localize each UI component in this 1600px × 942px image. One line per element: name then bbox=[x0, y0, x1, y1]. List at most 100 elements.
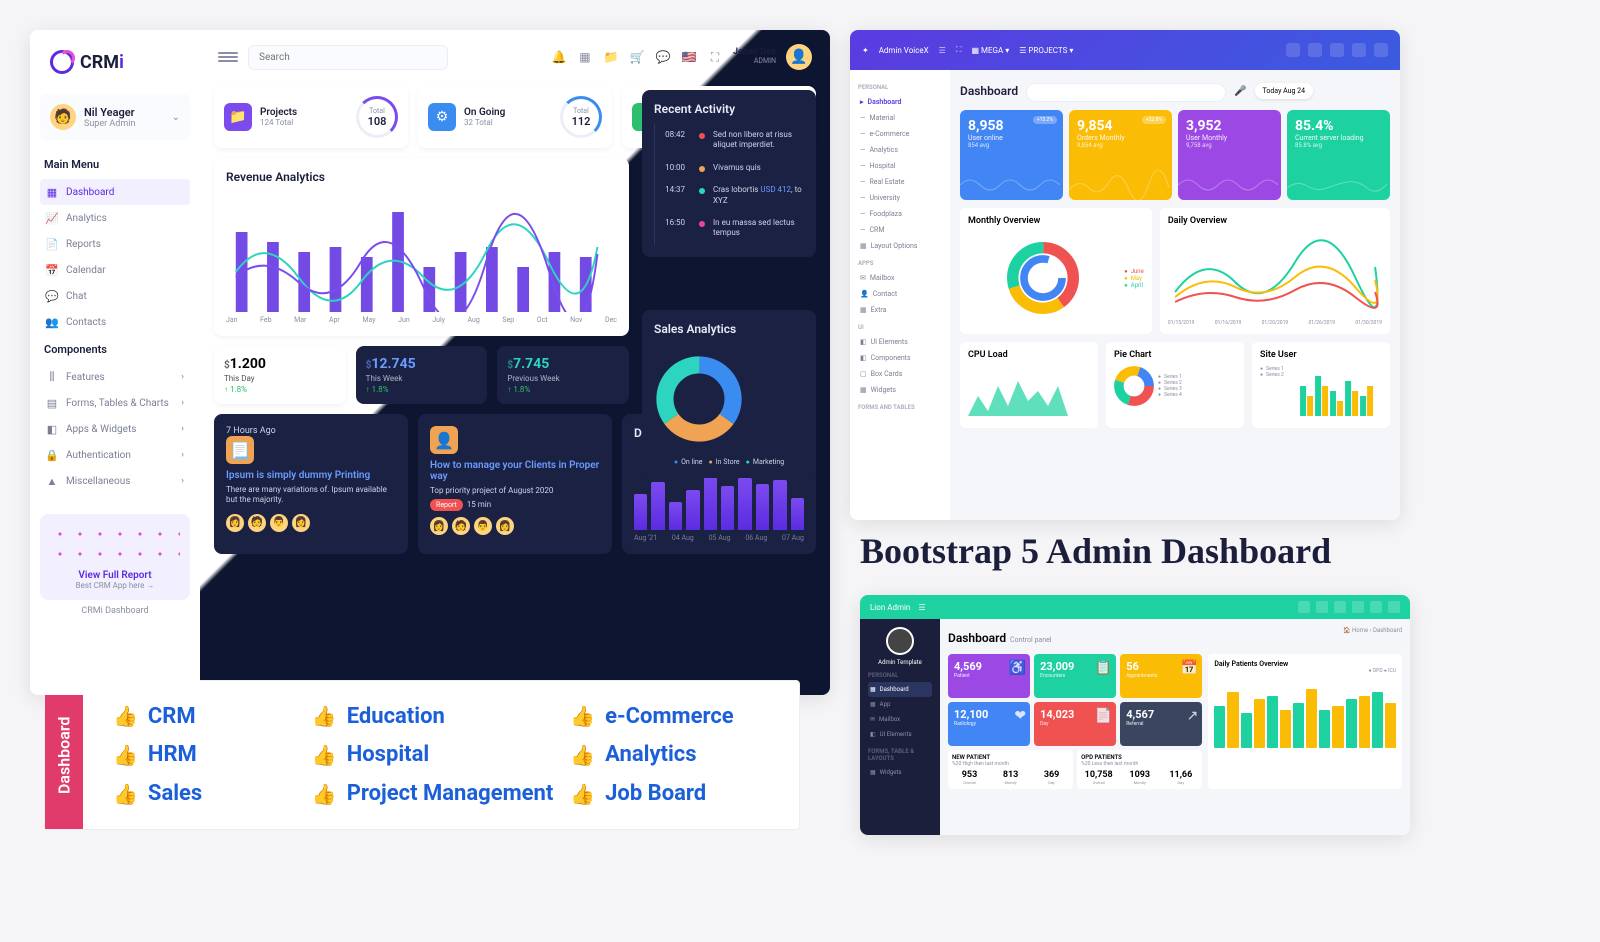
mail-icon[interactable] bbox=[1298, 601, 1310, 613]
nav-item[interactable]: 👤 Contact bbox=[858, 286, 942, 302]
nav-dashboard[interactable]: ▸ Dashboard bbox=[858, 94, 942, 110]
chat-icon[interactable]: 💬 bbox=[655, 49, 671, 65]
nav-forms[interactable]: ▤Forms, Tables & Charts› bbox=[40, 390, 190, 416]
flag-icon[interactable] bbox=[1352, 601, 1364, 613]
sliders-icon: ⫼ bbox=[46, 371, 58, 383]
nav-misc[interactable]: ▲Miscellaneous› bbox=[40, 468, 190, 494]
folder-icon[interactable]: 📁 bbox=[603, 49, 619, 65]
nav-item[interactable]: ✉ Mailbox bbox=[868, 712, 932, 727]
cat-pm[interactable]: 👍Project Management bbox=[312, 774, 570, 813]
site-user-panel: Site User Series 1Series 2 bbox=[1252, 342, 1390, 428]
nav-item[interactable]: — Hospital bbox=[858, 158, 942, 174]
grid-icon[interactable]: ▦ bbox=[577, 49, 593, 65]
bell-icon[interactable]: 🔔 bbox=[551, 49, 567, 65]
cat-hospital[interactable]: 👍Hospital bbox=[312, 736, 570, 775]
mega-menu[interactable]: ▦ MEGA ▾ bbox=[971, 46, 1009, 55]
avatar-icon[interactable] bbox=[1370, 601, 1382, 613]
search-icon[interactable] bbox=[1286, 43, 1300, 57]
lion-dashboard: Lion Admin ☰ Admin Template PERSONAL ▦ D… bbox=[860, 595, 1410, 835]
menu-icon[interactable]: ☰ bbox=[918, 603, 925, 612]
cpu-load-panel: CPU Load bbox=[960, 342, 1098, 428]
cat-sales[interactable]: 👍Sales bbox=[113, 774, 312, 813]
breadcrumb[interactable]: 🏠 Home › Dashboard bbox=[1343, 627, 1402, 634]
dashboard-tab[interactable]: Dashboard bbox=[45, 681, 83, 829]
nav-item[interactable]: ◧ Components bbox=[858, 350, 942, 366]
nav-item[interactable]: ◧ UI Elements bbox=[858, 334, 942, 350]
nav-reports[interactable]: 📄Reports bbox=[40, 231, 190, 257]
cat-education[interactable]: 👍Education bbox=[312, 697, 570, 736]
avatar-icon[interactable] bbox=[1352, 43, 1366, 57]
date-badge[interactable]: Today Aug 24 bbox=[1255, 83, 1314, 99]
menu-toggle[interactable] bbox=[218, 52, 238, 62]
bell-icon[interactable] bbox=[1316, 601, 1328, 613]
cat-analytics[interactable]: 👍Analytics bbox=[570, 736, 769, 775]
pie-chart-panel: Pie Chart Series 1Series 2Series 3Series… bbox=[1106, 342, 1244, 428]
nav-calendar[interactable]: 📅Calendar bbox=[40, 257, 190, 283]
crmi-user-card[interactable]: 🧑 Nil Yeager Super Admin ⌄ bbox=[40, 94, 190, 140]
nav-item[interactable]: ▦ App bbox=[868, 697, 932, 712]
nav-item[interactable]: ▦ Extra bbox=[858, 302, 942, 318]
flag-icon[interactable]: 🇺🇸 bbox=[681, 49, 697, 65]
nav-chat[interactable]: 💬Chat bbox=[40, 283, 190, 309]
nav-item[interactable]: ◧ UI Elements bbox=[868, 727, 932, 742]
avatar[interactable]: 👤 bbox=[786, 44, 812, 70]
chat-icon[interactable] bbox=[1334, 601, 1346, 613]
mic-icon[interactable]: 🎤 bbox=[1234, 86, 1246, 97]
nav-item[interactable]: — Real Estate bbox=[858, 174, 942, 190]
nav-apps[interactable]: ◧Apps & Widgets› bbox=[40, 416, 190, 442]
nav-features[interactable]: ⫼Features› bbox=[40, 364, 190, 390]
fullscreen-icon[interactable]: ⛶ bbox=[707, 49, 723, 65]
nav-item[interactable]: ▢ Box Cards bbox=[858, 366, 942, 382]
sales-legend: On line In Store Marketing bbox=[654, 458, 804, 466]
nav-item[interactable]: — University bbox=[858, 190, 942, 206]
chevron-down-icon[interactable]: ⌄ bbox=[172, 112, 180, 123]
search-input[interactable] bbox=[1026, 83, 1226, 102]
user-role: Super Admin bbox=[84, 119, 135, 129]
daily-patients-panel: Daily Patients Overview ● OPD ● ICU bbox=[1208, 654, 1402, 789]
news-card-2: 👤 How to manage your Clients in Proper w… bbox=[418, 414, 612, 554]
cat-hrm[interactable]: 👍HRM bbox=[113, 736, 312, 775]
nav-analytics[interactable]: 📈Analytics bbox=[40, 205, 190, 231]
nav-item[interactable]: — CRM bbox=[858, 222, 942, 238]
nav-item[interactable]: — Foodplaza bbox=[858, 206, 942, 222]
nav-auth[interactable]: 🔒Authentication› bbox=[40, 442, 190, 468]
nav-item[interactable]: — Material bbox=[858, 110, 942, 126]
gear-icon[interactable] bbox=[1374, 43, 1388, 57]
topbar-user[interactable]: Johen Doe ADMIN bbox=[733, 48, 776, 66]
vx-header: ✦ Admin VoiceX ☰ ⛶ ▦ MEGA ▾ ☰ PROJECTS ▾ bbox=[850, 30, 1400, 70]
nav-dashboard[interactable]: ▦Dashboard bbox=[40, 179, 190, 205]
nav-item[interactable]: ▦ Widgets bbox=[868, 765, 932, 780]
nav-item[interactable]: — Analytics bbox=[858, 142, 942, 158]
crmi-dashboard: CRMi 🧑 Nil Yeager Super Admin ⌄ Main Men… bbox=[30, 30, 830, 695]
bell-icon[interactable] bbox=[1330, 43, 1344, 57]
nav-contacts[interactable]: 👥Contacts bbox=[40, 309, 190, 335]
stat-projects: 📁 Projects124 Total Total108 bbox=[214, 86, 408, 148]
cat-jobboard[interactable]: 👍Job Board bbox=[570, 774, 769, 813]
nav-dashboard[interactable]: ▦ Dashboard bbox=[868, 682, 932, 697]
activity-item: 10:00Vivamus quis bbox=[654, 157, 804, 179]
lion-sidebar: Admin Template PERSONAL ▦ Dashboard ▦ Ap… bbox=[860, 619, 940, 835]
cart-icon[interactable]: 🛒 bbox=[629, 49, 645, 65]
promo-card[interactable]: View Full Report Best CRM App here → bbox=[40, 514, 190, 600]
projects-menu[interactable]: ☰ PROJECTS ▾ bbox=[1019, 46, 1073, 55]
page-title: Dashboard bbox=[960, 84, 1018, 98]
avatar-group: 👩🧑👨👩 bbox=[430, 517, 600, 535]
nav-item[interactable]: — e-Commerce bbox=[858, 126, 942, 142]
search-input[interactable] bbox=[248, 45, 448, 70]
mail-icon[interactable] bbox=[1308, 43, 1322, 57]
dpo-chart bbox=[1214, 678, 1396, 748]
brand-name: Lion Admin bbox=[870, 603, 910, 612]
search-box bbox=[248, 45, 448, 70]
folder-icon: 📁 bbox=[224, 103, 252, 131]
monthly-overview-panel: Monthly Overview June May bbox=[960, 208, 1152, 334]
nav-item[interactable]: ✉ Mailbox bbox=[858, 270, 942, 286]
nav-item[interactable]: ▦ Layout Options bbox=[858, 238, 942, 254]
stat-card: 3,952 User Monthly 9,758 avg bbox=[1178, 110, 1281, 200]
cat-ecommerce[interactable]: 👍e-Commerce bbox=[570, 697, 769, 736]
cat-crm[interactable]: 👍CRM bbox=[113, 697, 312, 736]
wheelchair-icon: ♿ bbox=[1009, 660, 1026, 676]
panel-title: Revenue Analytics bbox=[226, 170, 617, 184]
users-icon: 👥 bbox=[46, 316, 58, 328]
gear-icon[interactable] bbox=[1388, 601, 1400, 613]
nav-item[interactable]: ▦ Widgets bbox=[858, 382, 942, 398]
